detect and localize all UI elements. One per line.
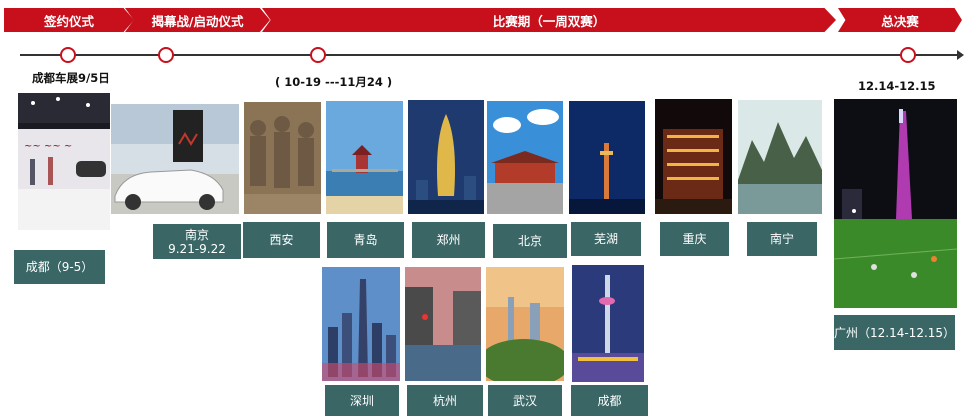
- city-name: 杭州: [432, 393, 457, 408]
- photo-hangzhou: [405, 267, 481, 381]
- label-chongqing: 重庆: [660, 222, 729, 256]
- city-name: 西安: [269, 233, 294, 247]
- city-name: 青岛: [353, 233, 378, 247]
- label-wuhan: 武汉: [488, 385, 562, 416]
- phase-season: 比赛期（一周双赛）: [262, 8, 836, 32]
- label-shenzhen: 深圳: [325, 385, 399, 416]
- phase-label: 总决赛: [881, 13, 919, 29]
- photo-xian: [244, 102, 321, 214]
- label-beijing: 北京: [493, 224, 567, 258]
- city-name: 重庆: [682, 232, 707, 246]
- photo-chongqing: [655, 99, 732, 214]
- phase-label: 签约仪式: [43, 13, 94, 29]
- label-zhengzhou: 郑州: [412, 222, 485, 258]
- photo-qingdao: [326, 101, 403, 214]
- note-expo-date: 成都车展9/5日: [32, 71, 110, 85]
- timeline-node-signing: [60, 47, 76, 63]
- phase-label: 比赛期（一周双赛）: [492, 13, 606, 29]
- photo-nanning: [738, 100, 822, 214]
- photo-beijing: [487, 101, 563, 214]
- city-name: 南京: [184, 227, 209, 242]
- phase-final: 总决赛: [838, 8, 962, 32]
- phase-opening: 揭幕战/启动仪式: [125, 8, 270, 32]
- photo-chengdu-expo: ~~ ~~ ~: [18, 93, 110, 230]
- timeline-node-opening: [158, 47, 174, 63]
- label-guangzhou: 广州（12.14-12.15）: [834, 315, 955, 350]
- timeline-node-season: [310, 47, 326, 63]
- phase-label: 揭幕战/启动仪式: [151, 13, 244, 29]
- label-nanning: 南宁: [747, 222, 817, 256]
- label-qingdao: 青岛: [327, 222, 404, 258]
- note-season-period: ( 10-19 ---11月24 ): [275, 75, 393, 89]
- label-chengdu: 成都: [571, 385, 648, 416]
- timeline-arrow: [957, 50, 964, 60]
- photo-shenzhen: [322, 267, 400, 381]
- photo-nanjing: [111, 104, 239, 214]
- city-name: 北京: [517, 234, 542, 248]
- city-name: 郑州: [436, 233, 461, 247]
- city-name: 广州（12.14-12.15）: [834, 325, 956, 340]
- city-name: 深圳: [349, 393, 374, 408]
- photo-wuhan: [486, 267, 564, 381]
- photo-chengdu: [572, 265, 644, 382]
- city-name: 芜湖: [593, 232, 618, 246]
- timeline-node-final: [900, 47, 916, 63]
- photo-guangzhou: [834, 99, 957, 308]
- photo-wuhu: [569, 101, 645, 214]
- city-name: 南宁: [769, 232, 794, 246]
- svg-text:~~ ~~ ~: ~~ ~~ ~: [24, 141, 72, 152]
- city-date: 9.21-9.22: [168, 241, 226, 256]
- note-final-date: 12.14-12.15: [858, 79, 936, 93]
- label-nanjing: 南京 9.21-9.22: [153, 224, 241, 259]
- phase-signing: 签约仪式: [4, 8, 134, 32]
- photo-zhengzhou: [408, 100, 484, 214]
- city-name: 成都: [597, 393, 622, 408]
- label-xian: 西安: [243, 222, 320, 258]
- city-name: 武汉: [512, 393, 537, 408]
- label-hangzhou: 杭州: [407, 385, 483, 416]
- label-wuhu: 芜湖: [571, 222, 641, 256]
- city-name: 成都（9-5）: [25, 260, 94, 274]
- label-chengdu-signing: 成都（9-5）: [14, 250, 105, 284]
